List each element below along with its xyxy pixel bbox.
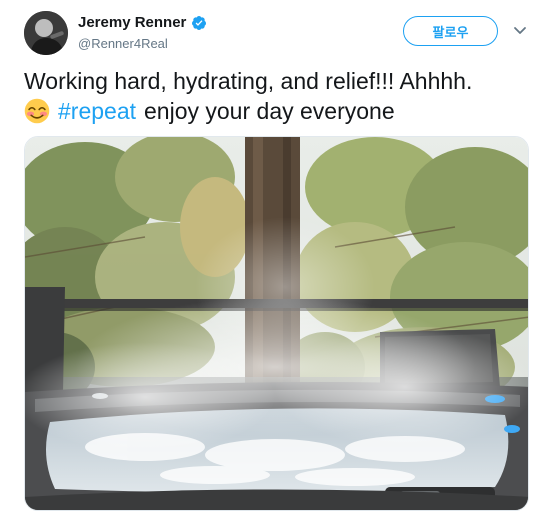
tweet-line-2: #repeat enjoy your day everyone [24,96,534,126]
verified-badge-icon [192,16,207,30]
avatar[interactable] [24,11,68,55]
follow-button[interactable]: 팔로우 [403,16,498,46]
smiling-face-emoji-icon [24,98,50,124]
display-name[interactable]: Jeremy Renner [78,14,186,32]
tweet-photo[interactable] [24,136,529,511]
user-names: Jeremy Renner @Renner4Real [78,14,207,52]
user-handle[interactable]: @Renner4Real [78,36,207,52]
tweet-header: Jeremy Renner @Renner4Real 팔로우 [0,0,546,62]
tweet-text: Working hard, hydrating, and relief!!! A… [24,66,534,126]
tweet-line-1: Working hard, hydrating, and relief!!! A… [24,68,473,94]
tweet-line-2-text: enjoy your day everyone [144,98,395,124]
hot-tub-photo [25,137,528,510]
chevron-down-icon[interactable] [513,26,527,36]
hashtag-link[interactable]: #repeat [58,98,136,124]
avatar-photo [24,11,68,55]
